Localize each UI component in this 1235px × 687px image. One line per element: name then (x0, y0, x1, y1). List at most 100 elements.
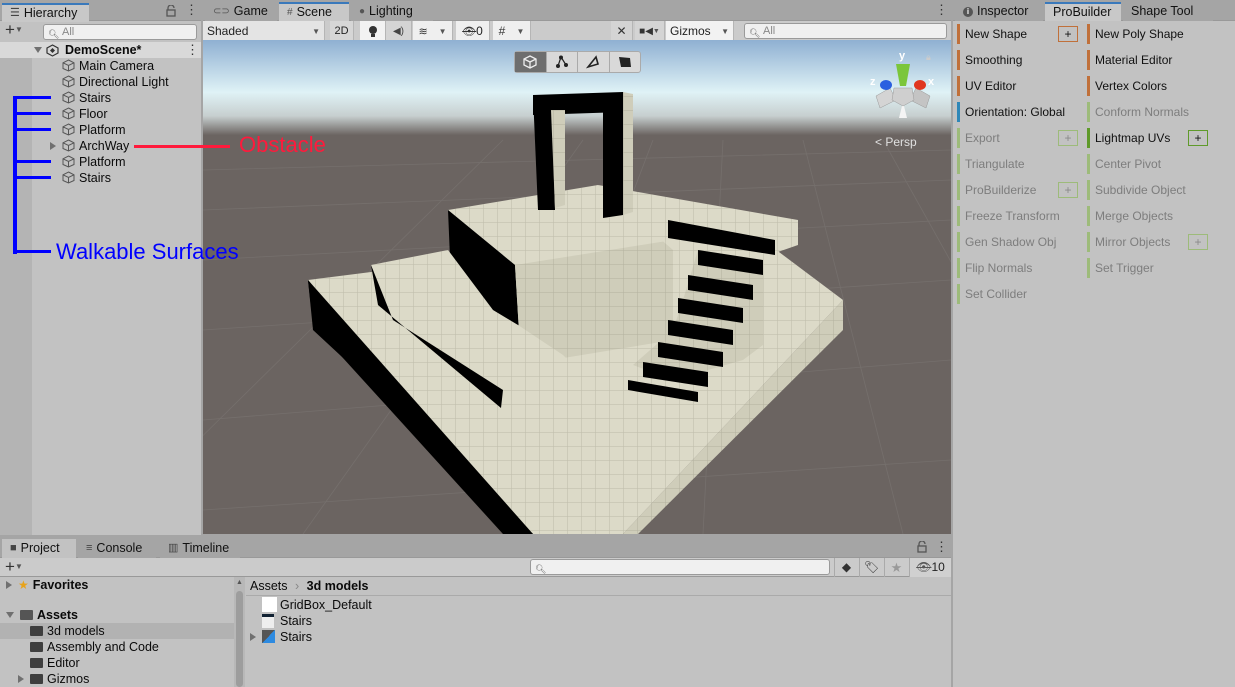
search-by-label-button[interactable]: 🏷︎ (859, 558, 883, 577)
category-color-bar (957, 206, 960, 226)
pb-action-probuilderize[interactable]: ProBuilderize (957, 180, 1036, 200)
search-icon: 🔍︎ (749, 28, 761, 38)
expand-arrow-icon[interactable] (6, 581, 12, 589)
tab-project[interactable]: ■ Project (2, 539, 76, 558)
lightbulb-icon: ● (359, 6, 366, 17)
pb-action-new-poly-shape[interactable]: New Poly Shape (1087, 24, 1184, 44)
create-asset-button[interactable]: +▼ (5, 558, 23, 575)
pb-action-set-trigger[interactable]: Set Trigger (1087, 258, 1154, 278)
pb-action-subdivide-object[interactable]: Subdivide Object (1087, 180, 1186, 200)
tab-game[interactable]: ⊂⊃ Game (205, 2, 277, 21)
gizmo-lock-icon[interactable]: 🔒︎ (926, 52, 931, 63)
scrollbar-thumb[interactable] (236, 591, 243, 687)
chevron-down-icon: ▼ (652, 27, 660, 35)
pb-options-button[interactable]: + (1188, 130, 1208, 146)
vertex-mode-button[interactable] (547, 52, 578, 72)
edge-mode-button[interactable] (578, 52, 610, 72)
pb-action-center-pivot[interactable]: Center Pivot (1087, 154, 1161, 174)
walkable-bracket-vertical (13, 96, 17, 254)
project-tree-item[interactable]: Gizmos (0, 671, 234, 687)
favorites-star-button[interactable]: ★ (884, 558, 908, 577)
scene-menu-button[interactable]: ⋮ (186, 43, 199, 57)
pb-action-uv-editor[interactable]: UV Editor (957, 76, 1016, 96)
folder-icon: ■ (10, 542, 17, 554)
tab-lighting[interactable]: ● Lighting (351, 2, 433, 21)
audio-toggle[interactable]: ◀︎) (386, 21, 412, 41)
pb-options-button[interactable]: + (1188, 234, 1208, 250)
scene-search-input[interactable]: 🔍︎ All (744, 23, 947, 39)
project-tree-item[interactable]: ★ Favorites (0, 577, 234, 593)
tab-probuilder[interactable]: ProBuilder (1045, 2, 1121, 21)
expand-arrow-icon[interactable] (250, 633, 256, 641)
orientation-gizmo[interactable]: y x z 🔒︎ (868, 50, 938, 130)
scene-render[interactable] (203, 40, 951, 534)
grid-toggle[interactable]: # ▼ (493, 21, 531, 41)
tab-console[interactable]: ≡ Console (78, 539, 156, 558)
lighting-toggle[interactable] (360, 21, 386, 41)
pb-action-freeze-transform[interactable]: Freeze Transform (957, 206, 1060, 226)
breadcrumb-current[interactable]: 3d models (307, 579, 369, 593)
tools-button[interactable]: ✕ (611, 21, 633, 41)
tab-timeline[interactable]: ▥ Timeline (160, 539, 240, 558)
category-color-bar (1087, 180, 1090, 200)
hidden-objects-toggle[interactable]: 👁︎ 0 (456, 21, 490, 41)
tab-inspector[interactable]: i Inspector (955, 2, 1043, 21)
tab-hierarchy[interactable]: ☰ Hierarchy (2, 3, 89, 22)
pb-action-mirror-objects[interactable]: Mirror Objects (1087, 232, 1170, 252)
category-color-bar (1087, 258, 1090, 278)
tree-scrollbar[interactable]: ▲ (234, 577, 245, 687)
category-color-bar (957, 232, 960, 252)
add-object-button[interactable]: +▼ (5, 21, 35, 39)
effects-toggle[interactable]: ≋ ▼ (413, 21, 453, 41)
pb-action-orientation-global[interactable]: Orientation: Global (957, 102, 1065, 122)
pb-action-gen-shadow-obj[interactable]: Gen Shadow Obj (957, 232, 1056, 252)
pb-action-export[interactable]: Export (957, 128, 1000, 148)
project-tree-item[interactable]: 3d models (0, 623, 234, 639)
hidden-packages-toggle[interactable]: 👁︎10 (909, 558, 951, 577)
pb-action-material-editor[interactable]: Material Editor (1087, 50, 1172, 70)
scroll-up-arrow-icon[interactable]: ▲ (236, 579, 243, 586)
lock-icon[interactable] (917, 541, 927, 553)
camera-settings-button[interactable]: ■◀︎ ▼ (635, 21, 665, 41)
search-by-type-button[interactable]: ◆ (834, 558, 858, 577)
gizmos-dropdown[interactable]: Gizmos ▼ (666, 21, 734, 41)
expand-arrow-icon[interactable] (18, 675, 24, 683)
pb-options-button[interactable]: + (1058, 182, 1078, 198)
tab-shape-tool[interactable]: Shape Tool (1123, 2, 1213, 21)
face-mode-button[interactable] (610, 52, 641, 72)
pb-action-new-shape[interactable]: New Shape (957, 24, 1027, 44)
model-icon (262, 630, 275, 643)
pb-action-lightmap-uvs[interactable]: Lightmap UVs (1087, 128, 1170, 148)
pb-action-flip-normals[interactable]: Flip Normals (957, 258, 1032, 278)
project-tree-item[interactable]: Assets (0, 607, 234, 623)
pb-action-conform-normals[interactable]: Conform Normals (1087, 102, 1189, 122)
breadcrumb-assets[interactable]: Assets (250, 579, 288, 593)
walkable-bracket-tick (13, 112, 51, 115)
projection-toggle[interactable]: < Persp (875, 135, 917, 149)
pb-action-smoothing[interactable]: Smoothing (957, 50, 1022, 70)
toggle-2d-button[interactable]: 2D (330, 21, 354, 41)
object-mode-button[interactable] (515, 52, 547, 72)
scene-viewport[interactable]: y x z 🔒︎ < Persp (203, 40, 951, 534)
project-menu-button[interactable]: ⋮ (935, 540, 948, 553)
pb-options-button[interactable]: + (1058, 26, 1078, 42)
expand-arrow-icon[interactable] (34, 47, 42, 53)
tab-scene[interactable]: # Scene (279, 2, 349, 21)
scene-panel-menu-button[interactable]: ⋮ (935, 3, 948, 16)
project-tree-item[interactable]: Assembly and Code (0, 639, 234, 655)
pb-action-triangulate[interactable]: Triangulate (957, 154, 1025, 174)
pb-action-set-collider[interactable]: Set Collider (957, 284, 1027, 304)
project-search-input[interactable]: 🔍︎ (530, 559, 830, 575)
shading-mode-dropdown[interactable]: Shaded ▼ (203, 21, 325, 41)
scene-header-row[interactable]: DemoScene* ⋮ (0, 42, 201, 58)
pb-action-merge-objects[interactable]: Merge Objects (1087, 206, 1173, 226)
hierarchy-search-input[interactable]: 🔍︎ All (43, 24, 197, 40)
project-tree-item[interactable]: Editor (0, 655, 234, 671)
hierarchy-menu-button[interactable]: ⋮ (185, 3, 198, 16)
pb-options-button[interactable]: + (1058, 130, 1078, 146)
expand-arrow-icon[interactable] (50, 142, 56, 150)
collapse-arrow-icon[interactable] (6, 612, 14, 618)
lock-icon[interactable] (166, 5, 176, 17)
pb-action-vertex-colors[interactable]: Vertex Colors (1087, 76, 1167, 96)
film-icon: ▥ (168, 542, 179, 554)
